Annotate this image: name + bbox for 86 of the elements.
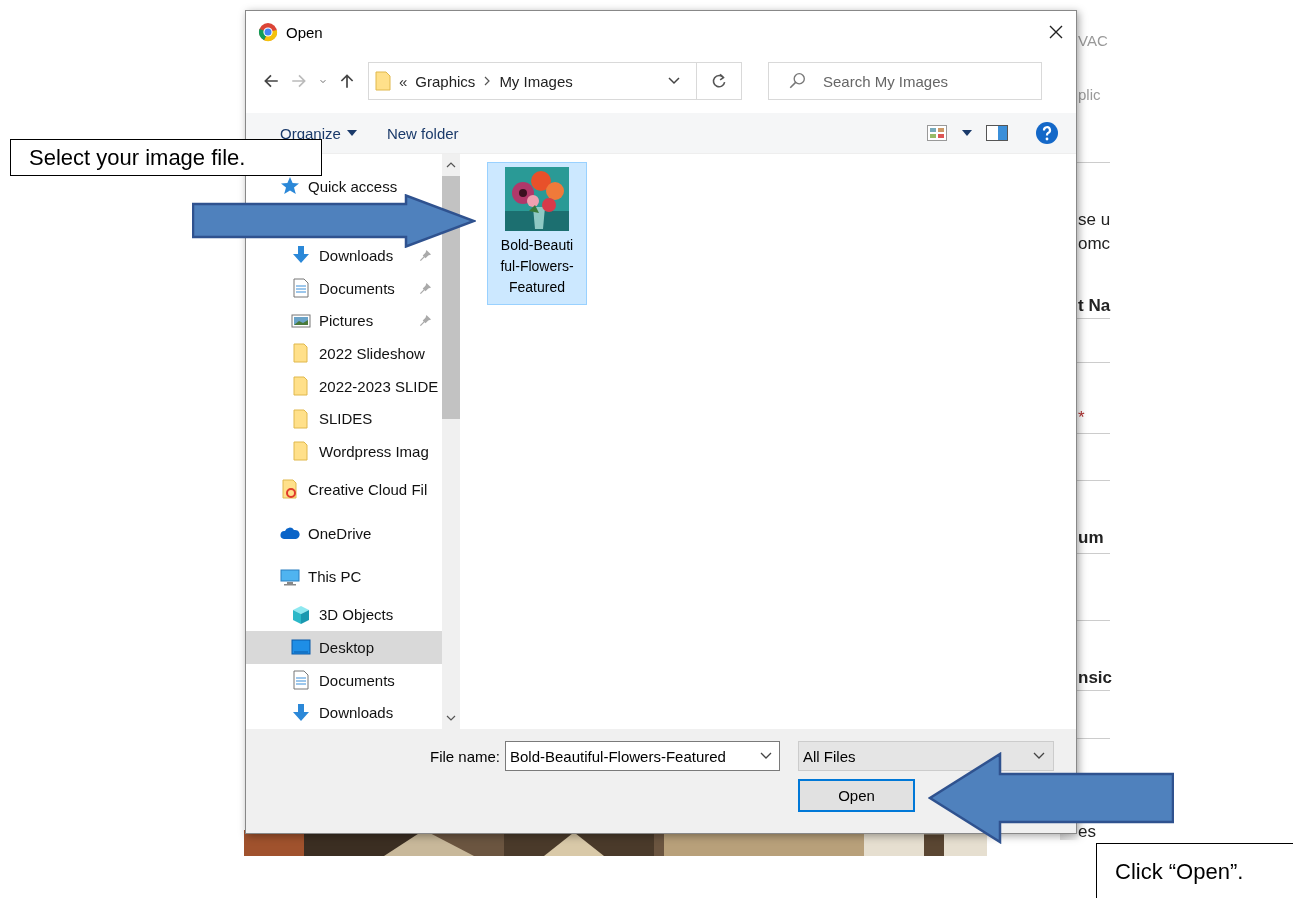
window-title: Open xyxy=(286,23,323,41)
nav-item[interactable]: Downloads xyxy=(246,696,443,730)
file-name: Bold-Beautiful-Flowers-Featured xyxy=(500,236,574,297)
star-icon xyxy=(280,176,300,196)
folder-icon xyxy=(291,343,311,364)
nav-item[interactable]: 3D Objects xyxy=(246,598,443,632)
nav-label: Pictures xyxy=(319,312,374,330)
nav-item[interactable]: 2022 Slideshow xyxy=(246,337,443,370)
close-icon[interactable] xyxy=(1048,24,1064,40)
desktop-icon xyxy=(291,637,311,658)
nav-item[interactable]: Pictures xyxy=(246,304,443,337)
nav-label: This PC xyxy=(308,568,362,586)
file-name-label: File name: xyxy=(429,747,500,765)
nav-item[interactable]: SLIDES xyxy=(246,402,443,436)
chevron-icon xyxy=(483,76,492,86)
folder-icon xyxy=(291,376,311,396)
nav-item[interactable]: Documents xyxy=(246,663,443,697)
nav-label: Wordpress Imag xyxy=(319,442,429,460)
page-text: * xyxy=(1078,408,1085,428)
nav-label: Creative Cloud Fil xyxy=(308,481,428,498)
organize-button[interactable]: Organize xyxy=(272,124,365,142)
dropdown-icon xyxy=(1033,752,1045,760)
document-icon xyxy=(291,278,311,298)
pc-icon xyxy=(280,566,300,587)
nav-label: SLIDES xyxy=(319,410,373,428)
nav-item[interactable]: Creative Cloud Fil xyxy=(246,467,443,512)
page-text: t Na xyxy=(1078,296,1111,316)
scroll-down-icon[interactable] xyxy=(446,715,457,721)
back-arrow-icon[interactable] xyxy=(262,72,280,90)
help-icon[interactable] xyxy=(1036,122,1058,144)
nav-label: Documents xyxy=(319,671,395,689)
folder-icon xyxy=(375,71,391,91)
breadcrumb[interactable]: Graphics xyxy=(415,72,476,90)
page-text: es xyxy=(1078,822,1096,842)
view-options-icon[interactable] xyxy=(926,125,948,141)
document-icon xyxy=(291,670,311,691)
nav-label: 3D Objects xyxy=(319,606,394,624)
nav-item[interactable]: Desktop xyxy=(246,631,443,664)
callout: Click “Open”. xyxy=(1096,843,1293,898)
search-icon xyxy=(788,72,806,90)
nav-label: OneDrive xyxy=(308,524,372,542)
browser-icon xyxy=(258,22,278,42)
nav-item[interactable]: This PC xyxy=(246,554,443,599)
search-field[interactable]: Search My Images xyxy=(768,62,1042,100)
page-text: VAC xyxy=(1078,32,1108,49)
page-text: nsic xyxy=(1078,668,1113,688)
nav-label: Downloads xyxy=(319,246,394,264)
nav-item[interactable]: Documents xyxy=(246,271,443,305)
breadcrumb[interactable]: My Images xyxy=(499,72,573,90)
dropdown-icon[interactable] xyxy=(668,77,680,85)
overflow-chevron[interactable]: « xyxy=(399,72,408,90)
nav-item[interactable]: Wordpress Imag xyxy=(246,435,443,468)
nav-label: Quick access xyxy=(308,177,398,195)
scroll-up-icon[interactable] xyxy=(446,162,457,168)
callout: Select your image file. xyxy=(10,139,322,176)
preview-pane-icon[interactable] xyxy=(986,125,1008,141)
page-text: um xyxy=(1078,528,1104,548)
up-arrow-icon[interactable] xyxy=(338,72,356,90)
nav-label: Desktop xyxy=(319,638,375,656)
address-bar[interactable]: « Graphics My Images xyxy=(368,62,742,100)
nav-label: Downloads xyxy=(319,704,394,722)
caret-icon xyxy=(346,130,357,136)
page-text: plic xyxy=(1078,86,1101,103)
nav-label: Documents xyxy=(319,279,395,297)
open-button[interactable]: Open xyxy=(798,779,915,812)
folder-icon xyxy=(291,408,311,429)
dropdown-icon[interactable] xyxy=(760,752,772,760)
nav-label: 2022-2023 SLIDE xyxy=(319,377,439,395)
nav-item[interactable]: Quick access xyxy=(246,178,398,194)
new-folder-button[interactable]: New folder xyxy=(378,124,467,142)
file-type-dropdown[interactable]: All Files xyxy=(798,741,1054,771)
scrollbar[interactable] xyxy=(442,154,461,729)
file-name-field[interactable]: Bold-Beautiful-Flowers-Featured xyxy=(505,741,780,771)
page-text: se u xyxy=(1078,210,1111,230)
folder-icon xyxy=(291,441,311,462)
file-item[interactable]: Bold-Beautiful-Flowers-Featured xyxy=(487,162,587,305)
download-icon xyxy=(291,702,311,723)
cc-icon xyxy=(280,479,300,500)
nav-label: 2022 Slideshow xyxy=(319,344,425,362)
nav-item[interactable]: 2022-2023 SLIDE xyxy=(246,369,443,403)
nav-item[interactable]: OneDrive xyxy=(246,511,443,555)
page-text: omc xyxy=(1078,234,1111,254)
refresh-icon[interactable] xyxy=(710,72,728,90)
nav-item[interactable]: Downloads xyxy=(246,239,443,272)
cube-icon xyxy=(291,604,311,625)
caret-icon[interactable] xyxy=(962,129,972,137)
